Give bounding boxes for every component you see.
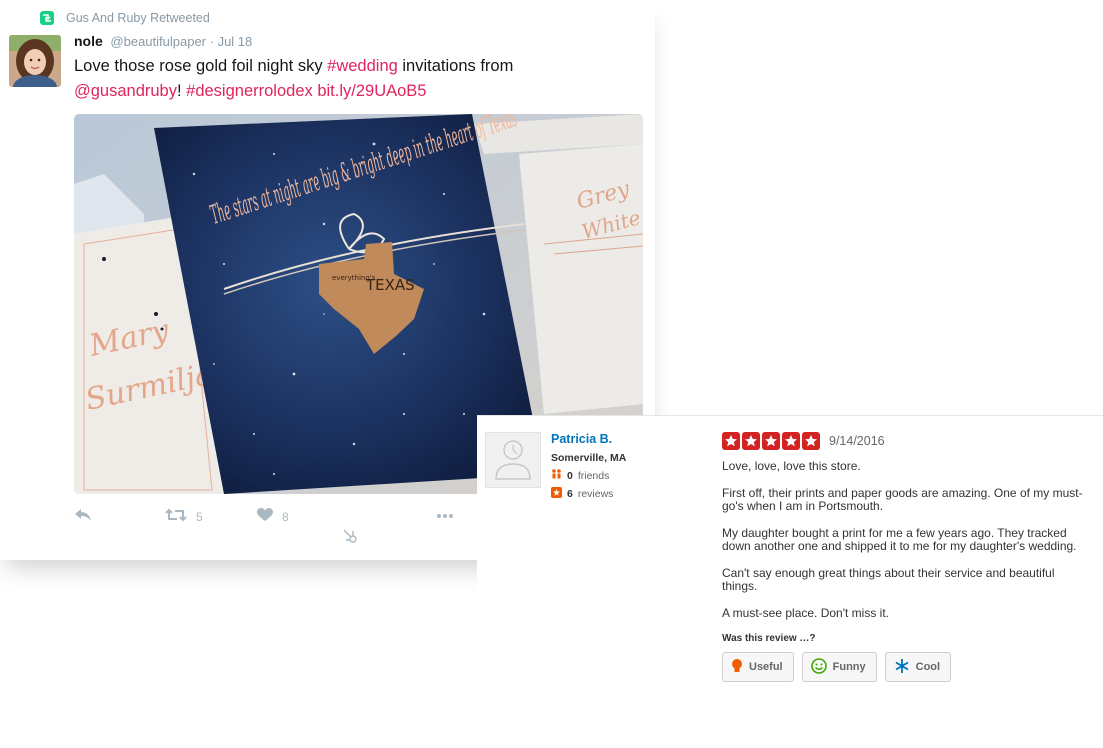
- tweet-actions: 5 8: [74, 508, 464, 530]
- reviewer-info: Patricia B. Somerville, MA 0 friends 6 r…: [551, 432, 626, 501]
- reviews-number: 6: [567, 488, 573, 500]
- stars-wrap: [722, 432, 820, 450]
- friends-count: 0 friends: [551, 469, 626, 482]
- tweet-text-part: invitations from: [397, 57, 514, 75]
- tag-texas-text: TEXAS: [365, 276, 415, 294]
- cool-button[interactable]: Cool: [884, 652, 952, 682]
- rating-star-icon: [742, 432, 760, 450]
- friends-icon: [551, 469, 562, 482]
- reviewer-name[interactable]: Patricia B.: [551, 432, 626, 446]
- retweet-badge-icon: [40, 11, 54, 25]
- review-date: 9/14/2016: [829, 434, 885, 448]
- retweet-count: 5: [196, 509, 203, 524]
- reviews-star-icon: [551, 487, 562, 501]
- useful-label: Useful: [749, 661, 783, 673]
- friends-label: friends: [577, 469, 610, 482]
- review-paragraph: My daughter bought a print for me a few …: [722, 525, 1077, 553]
- review-paragraph: First off, their prints and paper goods …: [722, 485, 1083, 513]
- more-dots-icon: [436, 508, 454, 522]
- retweeted-by-label: Gus And Ruby Retweeted: [66, 11, 210, 25]
- like-count: 8: [282, 509, 289, 524]
- rating-star-icon: [762, 432, 780, 450]
- useful-button[interactable]: Useful: [722, 652, 794, 682]
- like-button[interactable]: 8: [257, 508, 289, 525]
- tweet-link[interactable]: bit.ly/29UAoB5: [317, 82, 426, 100]
- cool-label: Cool: [915, 661, 941, 673]
- friends-number: 0: [567, 469, 573, 482]
- retweet-context: Gus And Ruby Retweeted: [40, 10, 210, 26]
- smiley-icon: [810, 657, 827, 677]
- funny-label: Funny: [832, 661, 866, 673]
- retweet-button[interactable]: 5: [165, 508, 203, 525]
- rating-star-icon: [722, 432, 740, 450]
- share-sprocket-icon: [342, 528, 360, 551]
- rating-star-icon: [802, 432, 820, 450]
- tweet-date[interactable]: · Jul 18: [210, 34, 253, 49]
- vote-buttons: Useful Funny Cool: [722, 652, 1092, 682]
- tweet-header: nole @beautifulpaper · Jul 18: [74, 33, 252, 49]
- lightbulb-icon: [731, 658, 743, 677]
- vote-prompt: Was this review …?: [722, 633, 816, 644]
- tweet-text-part: !: [176, 82, 187, 100]
- mention-gusandruby[interactable]: @gusandruby: [74, 82, 177, 100]
- funny-button[interactable]: Funny: [801, 652, 877, 682]
- review-card: Patricia B. Somerville, MA 0 friends 6 r…: [477, 415, 1103, 748]
- more-options-button[interactable]: [436, 508, 454, 522]
- reviews-label: reviews: [577, 488, 614, 500]
- retweet-icon: [165, 508, 187, 525]
- hashtag-wedding[interactable]: #wedding: [327, 57, 398, 75]
- author-avatar[interactable]: [9, 35, 61, 87]
- reviews-count: 6 reviews: [551, 487, 626, 501]
- tweet-text-part: Love those rose gold foil night sky: [74, 57, 328, 75]
- snowflake-icon: [894, 658, 910, 677]
- review-paragraph: Love, love, love this store.: [722, 459, 861, 473]
- tweet-text: Love those rose gold foil night sky #wed…: [74, 54, 644, 104]
- reply-button[interactable]: [74, 508, 92, 525]
- reviewer-avatar[interactable]: [485, 432, 541, 488]
- hashtag-designerrolodex[interactable]: #designerrolodex: [186, 82, 313, 100]
- star-rating: 9/14/2016: [722, 432, 1092, 450]
- review-paragraph: A must-see place. Don't miss it.: [722, 605, 890, 620]
- reply-icon: [74, 508, 92, 525]
- author-handle[interactable]: @beautifulpaper: [110, 34, 206, 49]
- rating-star-icon: [782, 432, 800, 450]
- review-body: 9/14/2016 Love, love, love this store. F…: [722, 432, 1092, 682]
- default-user-icon: [495, 440, 531, 480]
- review-paragraph: Can't say enough great things about thei…: [722, 565, 1055, 593]
- heart-icon: [257, 508, 273, 525]
- reviewer-location: Somerville, MA: [551, 452, 627, 464]
- author-name[interactable]: nole: [74, 33, 103, 49]
